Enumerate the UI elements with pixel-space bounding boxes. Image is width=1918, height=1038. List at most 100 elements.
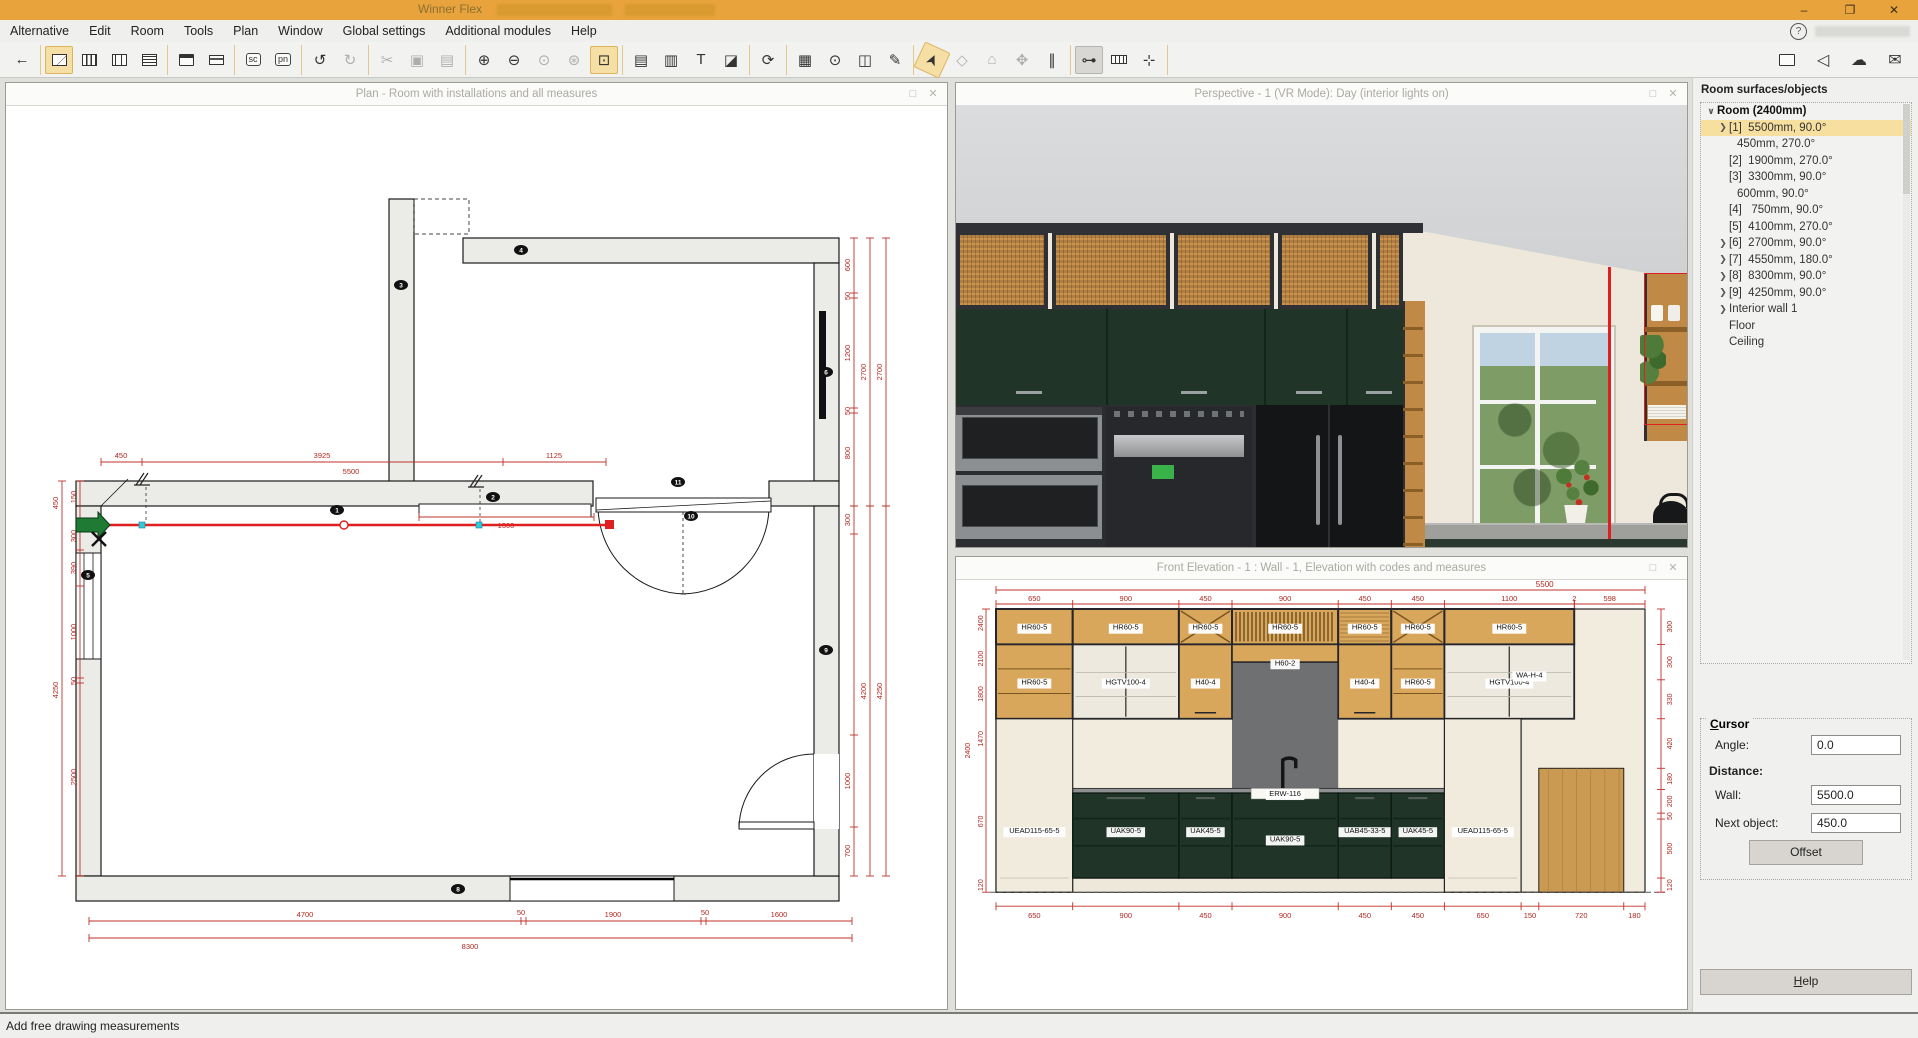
- undo-button[interactable]: ↺: [306, 46, 334, 74]
- wicker-cabinet-5: [1376, 231, 1403, 309]
- tree-item-3[interactable]: [3] 3300mm, 90.0°: [1701, 169, 1911, 186]
- next-object-input[interactable]: 450.0: [1811, 813, 1901, 833]
- rotate-view-button[interactable]: ⟳: [754, 46, 782, 74]
- copy-button[interactable]: ▣: [403, 46, 431, 74]
- elevation-pane-titlebar[interactable]: Front Elevation - 1 : Wall - 1, Elevatio…: [956, 557, 1687, 580]
- mail-button[interactable]: ✉: [1881, 46, 1909, 74]
- paste-button[interactable]: ▤: [433, 46, 461, 74]
- perspective-close-icon[interactable]: ✕: [1665, 86, 1681, 102]
- redo-button[interactable]: ↻: [336, 46, 364, 74]
- pan-3d-button[interactable]: ✥: [1008, 46, 1036, 74]
- tree-item-4[interactable]: 600mm, 90.0°: [1701, 186, 1911, 203]
- plan-pane-title: Plan - Room with installations and all m…: [356, 88, 598, 100]
- tree-root-room[interactable]: ∨Room (2400mm): [1701, 103, 1911, 120]
- tree-item-6[interactable]: [5] 4100mm, 270.0°: [1701, 219, 1911, 236]
- room-3d-button[interactable]: ◫: [851, 46, 879, 74]
- window-maximize-button[interactable]: ❐: [1828, 0, 1872, 20]
- cloud-folder-button[interactable]: [1773, 46, 1801, 74]
- measure-tool-button[interactable]: ⊶: [1075, 46, 1103, 74]
- tree-item-11[interactable]: ❯Interior wall 1: [1701, 301, 1911, 318]
- measure-point-button[interactable]: ⊹: [1135, 46, 1163, 74]
- scale-toggle-button[interactable]: sc: [239, 46, 267, 74]
- perspective-canvas[interactable]: [956, 105, 1687, 547]
- tree-scrollbar-thumb[interactable]: [1903, 104, 1910, 194]
- menu-alternative[interactable]: Alternative: [0, 20, 79, 42]
- view-side-elevation-button[interactable]: [105, 46, 133, 74]
- align-parallel-button[interactable]: ∥: [1038, 46, 1066, 74]
- zoom-in-button[interactable]: ⊕: [470, 46, 498, 74]
- tree-item-1[interactable]: 450mm, 270.0°: [1701, 136, 1911, 153]
- plan-canvas[interactable]: 4503925112555001500450150300390100050250…: [6, 105, 947, 1009]
- oven-control-strip: [956, 407, 1102, 415]
- expand-chevron-icon[interactable]: ❯: [1717, 238, 1729, 249]
- menu-help[interactable]: Help: [561, 20, 607, 42]
- offset-button[interactable]: Offset: [1749, 840, 1863, 865]
- plan-maximize-icon[interactable]: □: [905, 86, 921, 102]
- svg-text:50: 50: [517, 908, 525, 917]
- fill-tool-button[interactable]: ◪: [717, 46, 745, 74]
- plan-close-icon[interactable]: ✕: [925, 86, 941, 102]
- coffee-machine-display: [1152, 465, 1174, 479]
- select-arrow-button[interactable]: ➤: [913, 41, 950, 78]
- expand-chevron-icon[interactable]: ❯: [1717, 254, 1729, 265]
- menu-plan[interactable]: Plan: [223, 20, 268, 42]
- tree-item-5[interactable]: [4] 750mm, 90.0°: [1701, 202, 1911, 219]
- elevation-maximize-icon[interactable]: □: [1645, 560, 1661, 576]
- expand-chevron-icon[interactable]: ❯: [1717, 122, 1729, 133]
- cut-button[interactable]: ✂: [373, 46, 401, 74]
- menu-global-settings[interactable]: Global settings: [333, 20, 436, 42]
- view-plan-button[interactable]: [45, 46, 73, 74]
- wall-distance-input[interactable]: 5500.0: [1811, 785, 1901, 805]
- menu-room[interactable]: Room: [121, 20, 174, 42]
- help-circle-icon[interactable]: ?: [1790, 23, 1807, 40]
- expand-chevron-icon[interactable]: ❯: [1717, 271, 1729, 282]
- cloud-sync-button[interactable]: ☁: [1845, 46, 1873, 74]
- wall-objects-button[interactable]: ▦: [791, 46, 819, 74]
- tree-item-12[interactable]: Floor: [1701, 318, 1911, 335]
- pan-toggle-button[interactable]: pn: [269, 46, 297, 74]
- menu-additional-modules[interactable]: Additional modules: [435, 20, 561, 42]
- tree-item-13[interactable]: Ceiling: [1701, 334, 1911, 351]
- tree-item-10[interactable]: ❯[9] 4250mm, 90.0°: [1701, 285, 1911, 302]
- zoom-100-button[interactable]: ⊙: [530, 46, 558, 74]
- window-minimize-button[interactable]: –: [1782, 0, 1826, 20]
- tree-item-2[interactable]: [2] 1900mm, 270.0°: [1701, 153, 1911, 170]
- text-tool-button[interactable]: T: [687, 46, 715, 74]
- print-button[interactable]: [202, 46, 230, 74]
- elevation-canvas[interactable]: HR60-5HR60-5HR60-5HR60-5HR60-5HR60-5HR60…: [956, 579, 1687, 1009]
- angle-input[interactable]: 0.0: [1811, 735, 1901, 755]
- back-button[interactable]: ←: [8, 46, 36, 74]
- expand-chevron-icon[interactable]: ❯: [1717, 304, 1729, 315]
- walk-3d-button[interactable]: ⌂: [978, 46, 1006, 74]
- elevation-close-icon[interactable]: ✕: [1665, 560, 1681, 576]
- menu-tools[interactable]: Tools: [174, 20, 223, 42]
- zoom-window-button[interactable]: ⊡: [590, 46, 618, 74]
- note-tag-button[interactable]: ▥: [657, 46, 685, 74]
- view-front-elevation-button[interactable]: [75, 46, 103, 74]
- zoom-out-button[interactable]: ⊖: [500, 46, 528, 74]
- menu-window[interactable]: Window: [268, 20, 332, 42]
- draw-tool-button[interactable]: ✎: [881, 46, 909, 74]
- share-send-button[interactable]: ◁: [1809, 46, 1837, 74]
- measure-box-button[interactable]: [1105, 46, 1133, 74]
- perspective-maximize-icon[interactable]: □: [1645, 86, 1661, 102]
- tree-item-7[interactable]: ❯[6] 2700mm, 90.0°: [1701, 235, 1911, 252]
- tree-item-9[interactable]: ❯[8] 8300mm, 90.0°: [1701, 268, 1911, 285]
- plan-pane-titlebar[interactable]: Plan - Room with installations and all m…: [6, 83, 947, 106]
- zoom-previous-button[interactable]: ⊛: [560, 46, 588, 74]
- orbit-3d-button[interactable]: ◇: [948, 46, 976, 74]
- expand-chevron-icon[interactable]: ❯: [1717, 287, 1729, 298]
- perspective-pane-titlebar[interactable]: Perspective - 1 (VR Mode): Day (interior…: [956, 83, 1687, 106]
- collapse-chevron-icon[interactable]: ∨: [1705, 106, 1717, 117]
- tree-scrollbar[interactable]: [1903, 104, 1910, 660]
- view-list-button[interactable]: [135, 46, 163, 74]
- help-button[interactable]: Help: [1700, 969, 1912, 995]
- tree-item-0[interactable]: ❯[1] 5500mm, 90.0°: [1701, 120, 1911, 137]
- save-button[interactable]: [172, 46, 200, 74]
- menu-edit[interactable]: Edit: [79, 20, 121, 42]
- window-close-button[interactable]: ✕: [1872, 0, 1916, 20]
- room-objects-tree[interactable]: ∨Room (2400mm)❯[1] 5500mm, 90.0°450mm, 2…: [1700, 102, 1912, 664]
- tree-item-8[interactable]: ❯[7] 4550mm, 180.0°: [1701, 252, 1911, 269]
- notes-button[interactable]: ▤: [627, 46, 655, 74]
- socket-objects-button[interactable]: ⊙: [821, 46, 849, 74]
